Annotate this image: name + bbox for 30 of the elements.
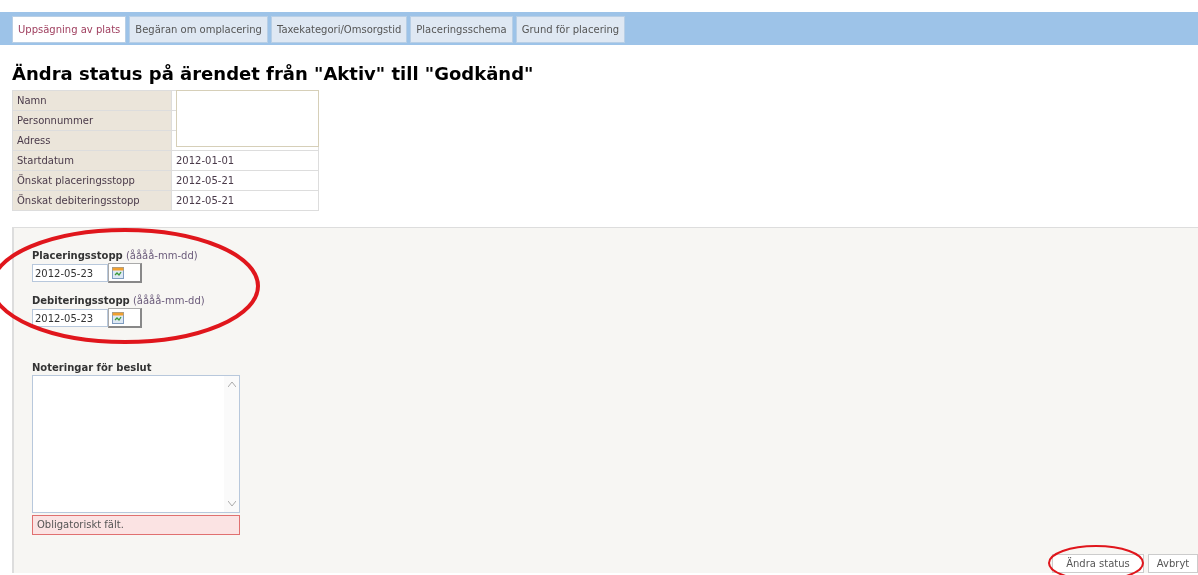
field-label: Debiteringsstopp: [32, 295, 130, 306]
error-message: Obligatoriskt fält.: [32, 515, 240, 535]
table-cell: Namn: [12, 90, 172, 111]
change-status-button[interactable]: Ändra status: [1052, 554, 1144, 573]
calendar-button[interactable]: [108, 308, 142, 328]
table-cell: Startdatum: [12, 150, 172, 171]
page-title: Ändra status på ärendet från "Aktiv" till "Godkänd": [12, 63, 535, 84]
tab[interactable]: Placeringsschema: [410, 16, 513, 43]
tab[interactable]: Grund för placering: [515, 16, 626, 43]
format-hint: (åååå-mm-dd): [132, 295, 205, 306]
cancel-button[interactable]: Avbryt: [1148, 554, 1198, 573]
calendar-icon: [112, 311, 124, 324]
table-cell: Önskat debiteringsstopp: [12, 190, 172, 211]
field-label: Noteringar för beslut: [32, 362, 152, 373]
table-cell: Önskat placeringsstopp: [12, 170, 172, 191]
format-hint: (åååå-mm-dd): [125, 250, 198, 261]
date-field[interactable]: 2012-05-23: [32, 309, 108, 327]
table-cell: Adress: [12, 130, 172, 151]
scroll-up-icon[interactable]: [227, 382, 236, 387]
tab[interactable]: Taxekategori/Omsorgstid: [270, 16, 408, 43]
scroll-down-icon[interactable]: [227, 501, 236, 506]
table-cell: Personnummer: [12, 110, 172, 131]
date-field[interactable]: 2012-05-23: [32, 264, 108, 282]
scrollbar[interactable]: [224, 376, 239, 512]
calendar-button[interactable]: [108, 263, 142, 283]
tab[interactable]: Begäran om omplacering: [129, 16, 268, 43]
calendar-icon: [112, 266, 124, 279]
tab[interactable]: Uppsägning av plats: [12, 16, 127, 43]
field-label: Placeringsstopp: [32, 250, 123, 261]
notes-field[interactable]: [32, 375, 240, 513]
